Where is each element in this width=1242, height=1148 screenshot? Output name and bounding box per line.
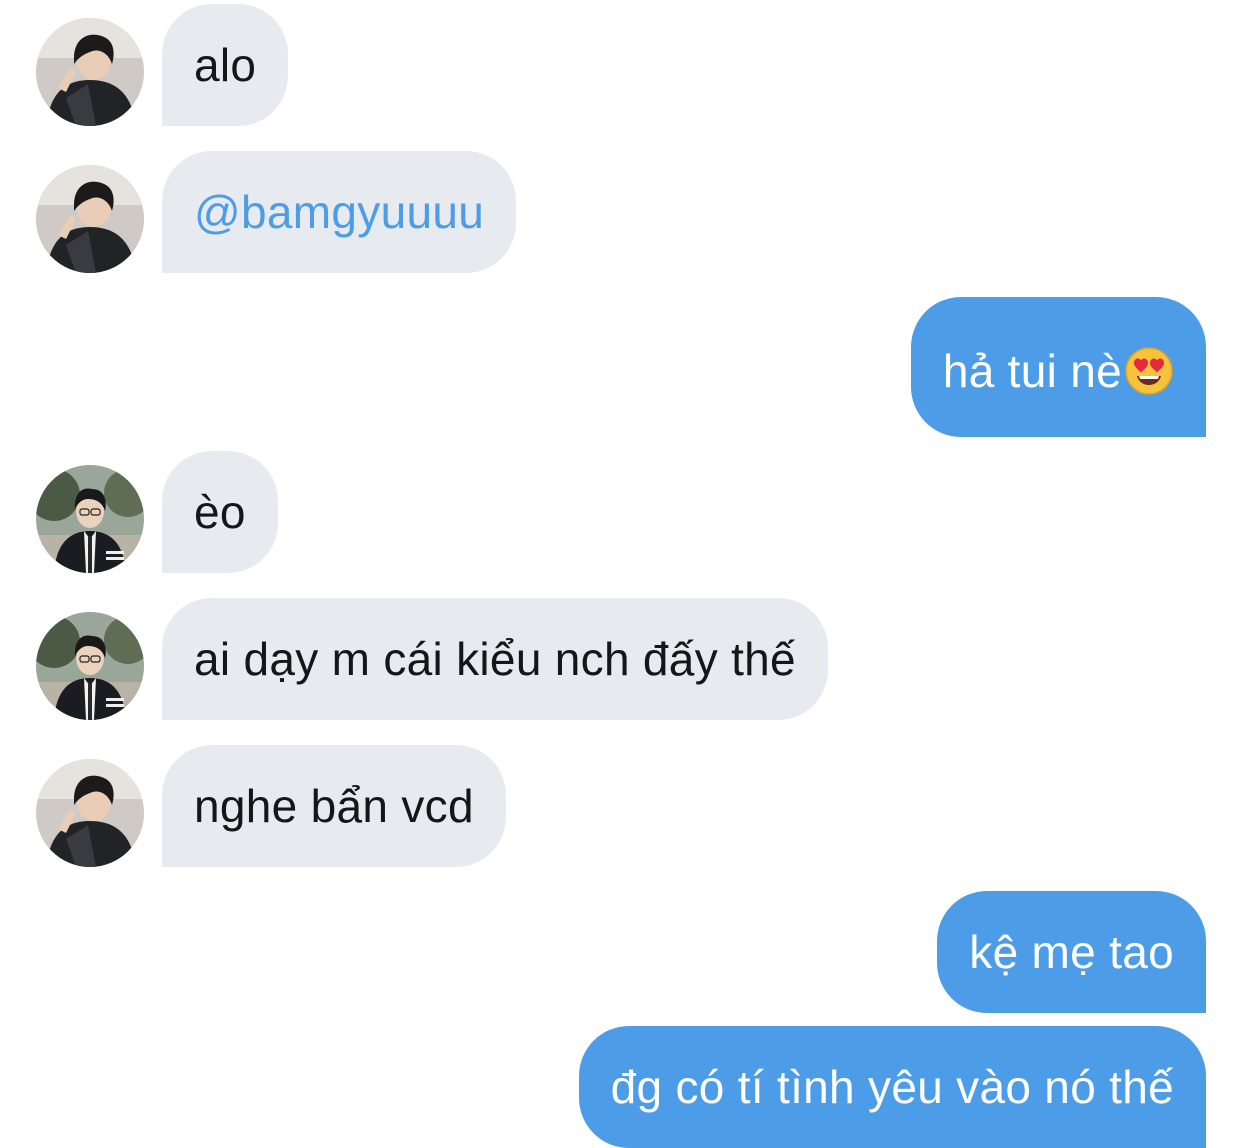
- avatar[interactable]: [36, 612, 144, 720]
- message-text: èo: [194, 486, 246, 538]
- incoming-message-bubble[interactable]: @bamgyuuuu: [162, 151, 517, 273]
- conversation-thread: alo @bamgyuuuu hả tui nè èo ai dạy m cái…: [0, 0, 1242, 1148]
- avatar[interactable]: [36, 165, 144, 273]
- avatar[interactable]: [36, 18, 144, 126]
- message-text: nghe bẩn vcd: [194, 780, 474, 832]
- avatar-user-a-image: [36, 165, 144, 273]
- message-text: đg có tí tình yêu vào nó thế: [610, 1061, 1174, 1113]
- outgoing-message-bubble[interactable]: đg có tí tình yêu vào nó thế: [578, 1026, 1206, 1148]
- avatar-user-a-image: [36, 18, 144, 126]
- avatar-user-b-image: [36, 612, 144, 720]
- avatar[interactable]: [36, 465, 144, 573]
- incoming-message-bubble[interactable]: ai dạy m cái kiểu nch đấy thế: [162, 598, 828, 720]
- incoming-message-bubble[interactable]: alo: [162, 4, 289, 126]
- incoming-message-bubble[interactable]: nghe bẩn vcd: [162, 745, 506, 867]
- mention-link[interactable]: @bamgyuuuu: [194, 186, 484, 238]
- message-text: kệ mẹ tao: [969, 926, 1174, 978]
- message-text: ai dạy m cái kiểu nch đấy thế: [194, 633, 796, 685]
- outgoing-message-bubble[interactable]: kệ mẹ tao: [937, 891, 1206, 1013]
- heart-eyes-emoji-icon: [1124, 346, 1174, 396]
- avatar-user-a-image: [36, 759, 144, 867]
- message-text: hả tui nè: [942, 345, 1122, 397]
- incoming-message-bubble[interactable]: èo: [162, 451, 278, 573]
- avatar-user-b-image: [36, 465, 144, 573]
- avatar[interactable]: [36, 759, 144, 867]
- message-text: alo: [194, 39, 257, 91]
- outgoing-message-bubble[interactable]: hả tui nè: [910, 297, 1206, 437]
